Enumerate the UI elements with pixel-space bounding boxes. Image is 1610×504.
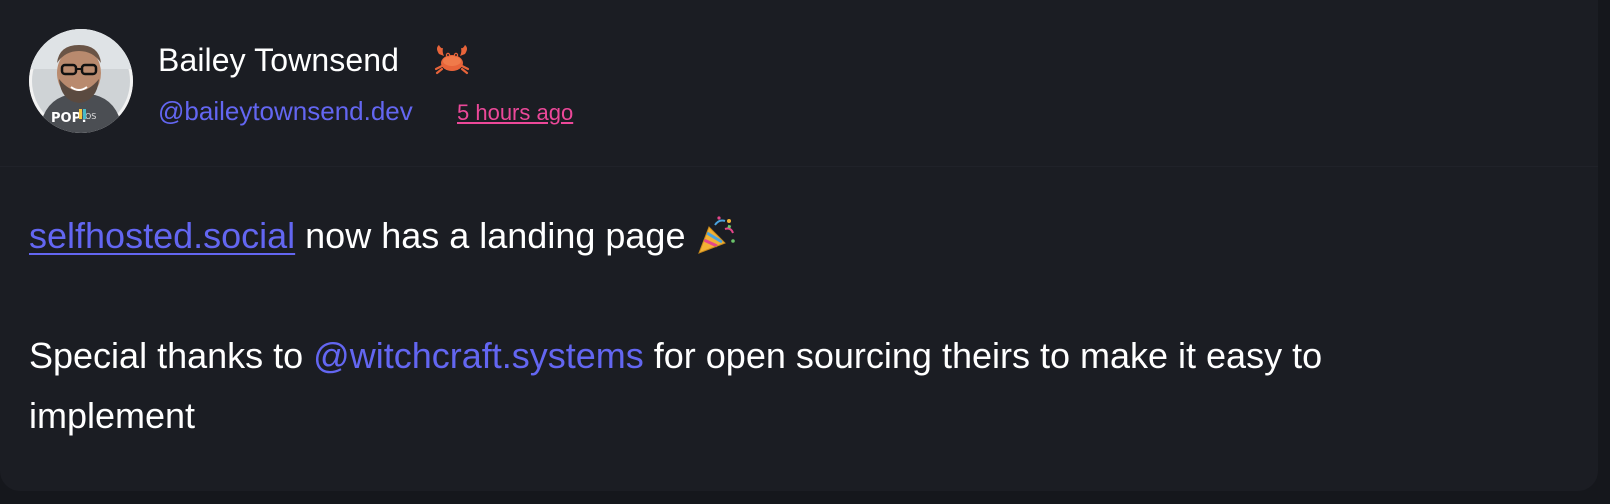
author-display-name[interactable]: Bailey Townsend: [158, 42, 399, 79]
author-handle-link[interactable]: @baileytownsend.dev: [158, 96, 413, 127]
post-timestamp-link[interactable]: 5 hours ago: [457, 100, 573, 126]
crab-icon: [434, 45, 470, 75]
party-popper-icon: [698, 216, 736, 254]
post-text: now has a landing page: [295, 215, 686, 256]
avatar[interactable]: POP! OS: [29, 29, 133, 133]
post-text: for open sourcing theirs to make it easy…: [643, 335, 1323, 376]
svg-text:OS: OS: [85, 112, 96, 121]
post-card: POP! OS Bailey Townsend @baileytownsend.…: [0, 0, 1598, 491]
witchcraft-systems-mention-link[interactable]: @witchcraft.systems: [313, 326, 644, 386]
post-content: selfhosted.social now has a landing page…: [29, 206, 1549, 446]
post-line-2: Special thanks to @witchcraft.systems fo…: [29, 326, 1549, 386]
post-text: implement: [29, 395, 196, 436]
selfhosted-social-link[interactable]: selfhosted.social: [29, 206, 295, 266]
post-line-3: implement: [29, 386, 1549, 446]
avatar-photo: POP! OS: [29, 29, 133, 133]
post-text: Special thanks to: [29, 335, 314, 376]
post-line-1: selfhosted.social now has a landing page: [29, 206, 1549, 266]
post-header: POP! OS Bailey Townsend @baileytownsend.…: [0, 0, 1598, 167]
